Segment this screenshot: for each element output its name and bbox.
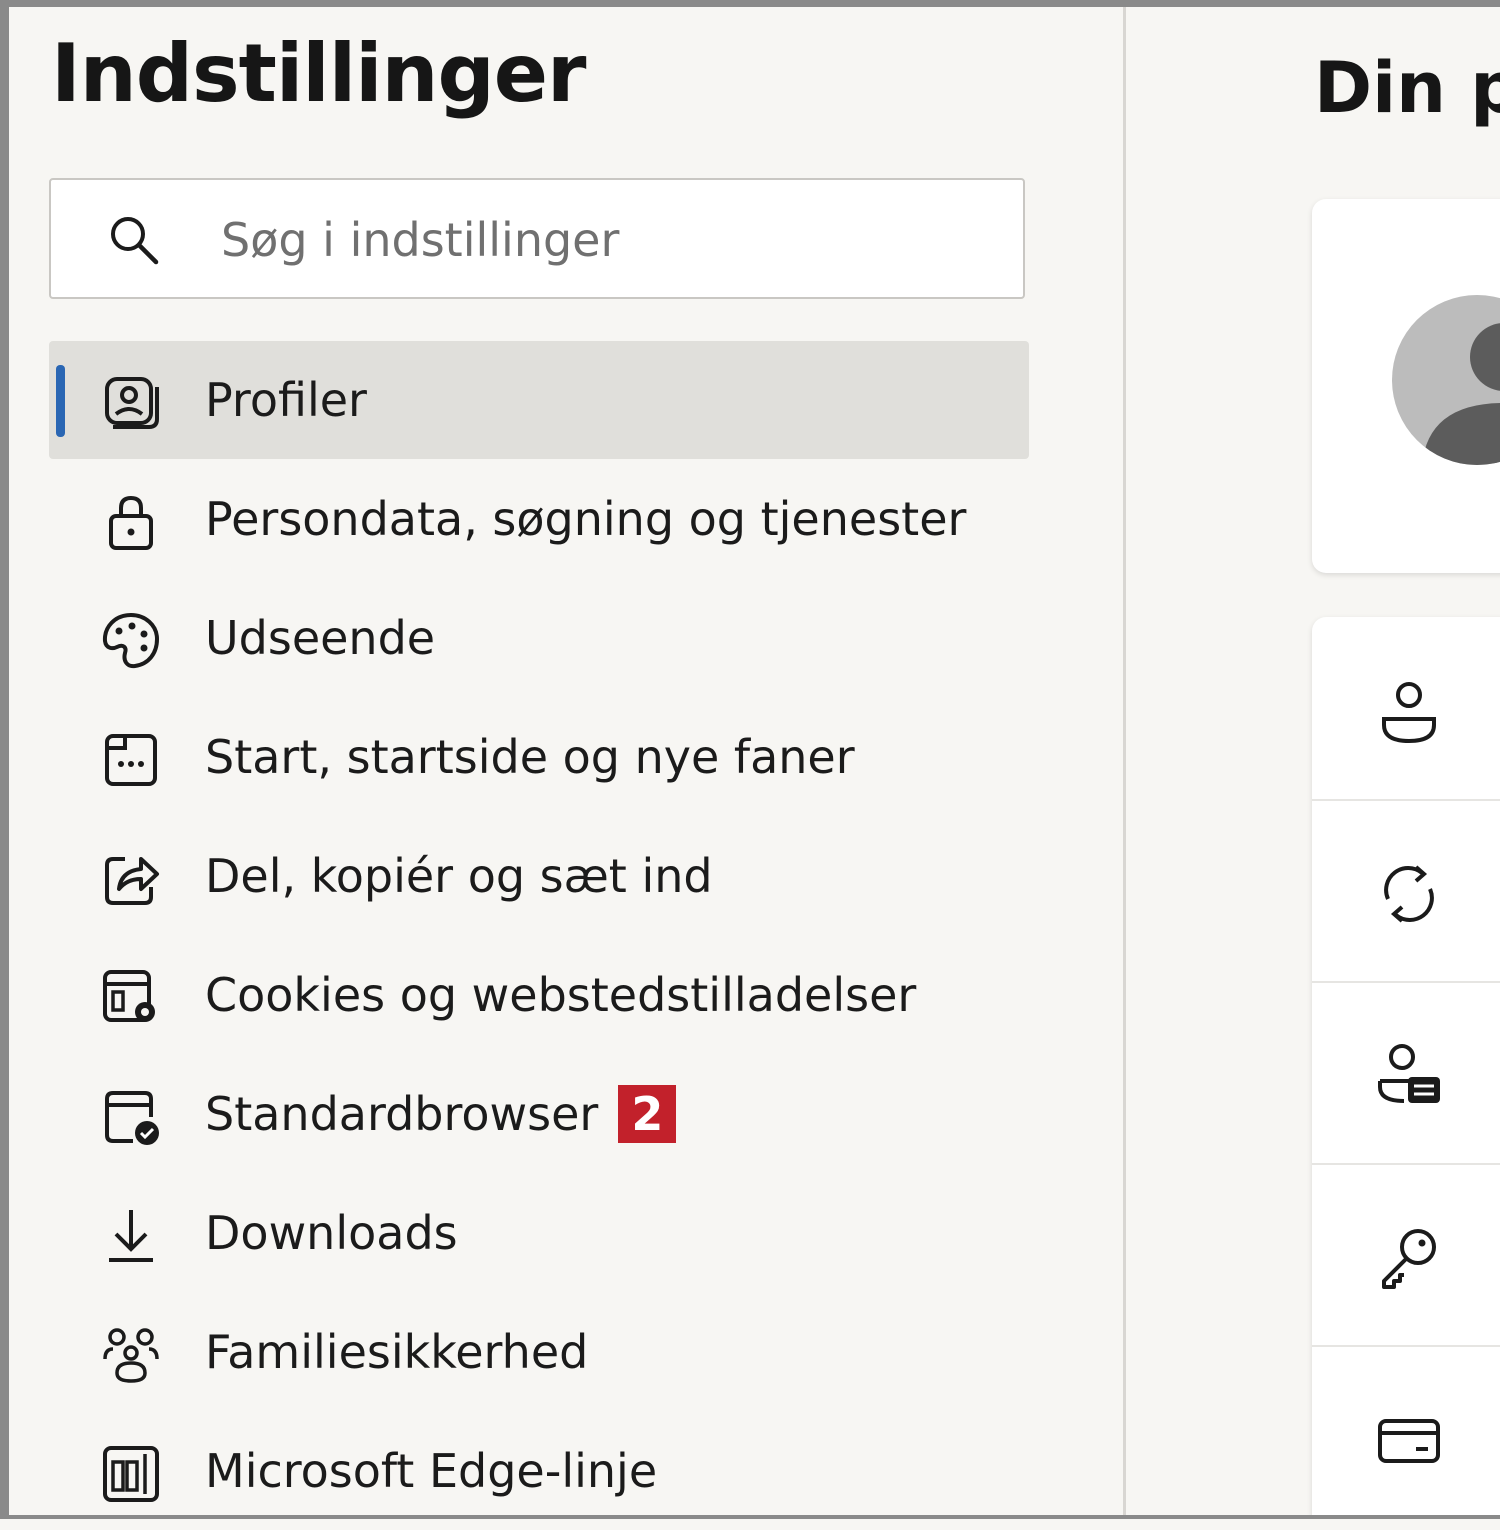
row-payment[interactable] — [1312, 1345, 1500, 1515]
row-sync[interactable] — [1312, 799, 1500, 983]
search-box[interactable] — [49, 178, 1025, 299]
nav-item-persondata[interactable]: Persondata, søgning og tjenester — [49, 460, 1029, 578]
site-settings-icon — [103, 970, 155, 1022]
new-tab-icon — [105, 734, 157, 786]
profile-icon — [105, 377, 159, 429]
sync-icon — [1384, 865, 1434, 923]
search-input[interactable] — [219, 206, 983, 274]
nav-item-edge-linje[interactable]: Microsoft Edge-linje — [49, 1412, 1029, 1530]
row-profile[interactable] — [1312, 617, 1500, 801]
sidebar-bar-icon — [103, 1446, 159, 1502]
nav-item-udseende[interactable]: Udseende — [49, 579, 1029, 697]
nav-label: Del, kopiér og sæt ind — [205, 849, 713, 903]
nav-label: Start, startside og nye faner — [205, 730, 855, 784]
window-frame-top — [0, 0, 1500, 7]
nav-label: Standardbrowser 2 — [205, 1083, 677, 1145]
nav-label: Udseende — [205, 611, 436, 665]
card-icon — [1378, 1419, 1440, 1463]
nav-label: Persondata, søgning og tjenester — [205, 492, 967, 546]
palette-icon — [102, 612, 160, 669]
nav-item-standardbrowser[interactable]: Standardbrowser 2 — [49, 1055, 1029, 1173]
callout-badge: 2 — [618, 1085, 677, 1143]
profile-settings-list — [1312, 617, 1500, 1515]
settings-title: Indstillinger — [51, 27, 586, 120]
download-icon — [109, 1210, 153, 1262]
avatar-silhouette — [1422, 323, 1500, 465]
row-personal-info[interactable] — [1312, 981, 1500, 1165]
nav-item-profiler[interactable]: Profiler — [49, 341, 1029, 459]
search-icon — [111, 217, 159, 265]
nav-label: Microsoft Edge-linje — [205, 1444, 658, 1498]
share-icon — [105, 857, 159, 905]
nav-item-cookies[interactable]: Cookies og webstedstilladelser — [49, 936, 1029, 1054]
page-title: Din p — [1314, 47, 1500, 129]
nav-label-text: Standardbrowser — [205, 1087, 599, 1141]
person-icon — [1382, 682, 1436, 744]
lock-icon — [109, 495, 153, 550]
default-browser-icon — [105, 1091, 159, 1145]
profile-card — [1312, 199, 1500, 573]
window-frame-left — [0, 0, 9, 1519]
row-passwords[interactable] — [1312, 1163, 1500, 1347]
avatar-icon[interactable] — [1392, 295, 1500, 465]
family-icon — [103, 1328, 159, 1383]
main-content: Din p — [1126, 7, 1500, 1515]
key-icon — [1382, 1229, 1436, 1289]
nav-item-downloads[interactable]: Downloads — [49, 1174, 1029, 1292]
settings-sidebar: Indstillinger Profiler Persondata, søgni… — [9, 7, 1123, 1515]
nav-item-del[interactable]: Del, kopiér og sæt ind — [49, 817, 1029, 935]
nav-label: Profiler — [205, 373, 367, 427]
nav-label: Familiesikkerhed — [205, 1325, 589, 1379]
nav-label: Cookies og webstedstilladelser — [205, 968, 917, 1022]
active-indicator — [56, 365, 65, 437]
nav-item-start[interactable]: Start, startside og nye faner — [49, 698, 1029, 816]
personal-info-icon — [1378, 1044, 1440, 1103]
nav-label: Downloads — [205, 1206, 458, 1260]
nav-item-familiesikkerhed[interactable]: Familiesikkerhed — [49, 1293, 1029, 1411]
